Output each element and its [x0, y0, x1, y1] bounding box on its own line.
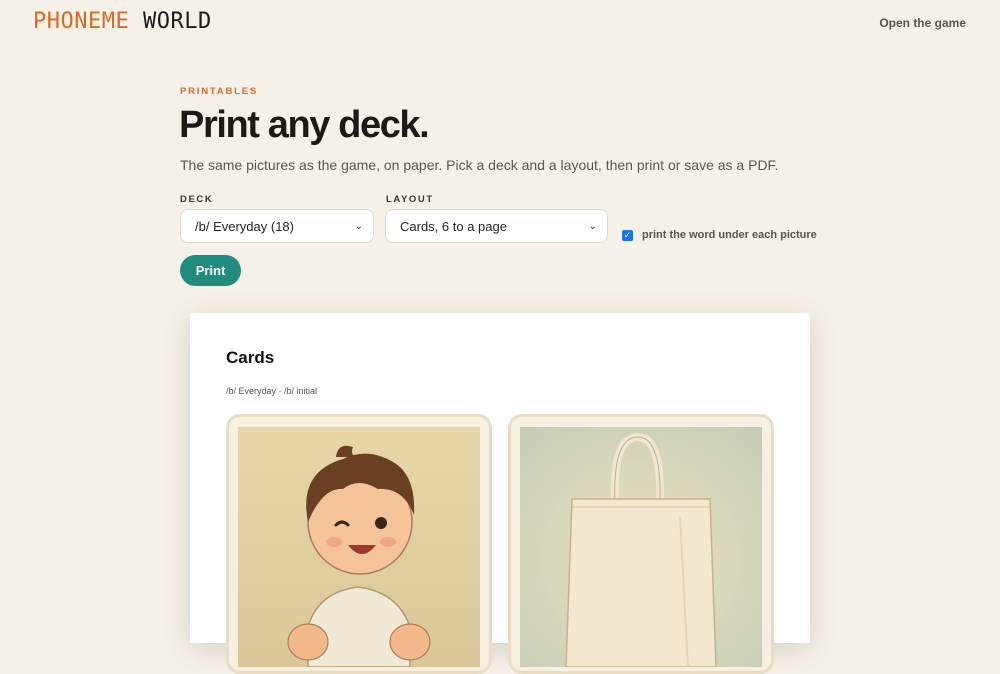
- print-button[interactable]: Print: [180, 255, 241, 286]
- deck-select[interactable]: /b/ Everyday (18) ⌄: [180, 209, 374, 243]
- page-subtitle: The same pictures as the game, on paper.…: [180, 157, 779, 173]
- bag-picture: [520, 427, 762, 667]
- layout-select[interactable]: Cards, 6 to a page ⌄: [385, 209, 608, 243]
- logo-part-phoneme: PHONEME: [33, 9, 130, 34]
- logo-part-world: WORLD: [142, 9, 212, 34]
- chevron-down-icon: ⌄: [588, 220, 597, 232]
- card-2: [508, 414, 774, 674]
- card-1: [226, 414, 492, 674]
- print-preview-page: Cards /b/ Everyday · /b/ initial: [190, 313, 810, 674]
- deck-select-value: /b/ Everyday (18): [195, 218, 294, 234]
- page-title: Print any deck.: [179, 104, 430, 146]
- print-word-checkbox[interactable]: ✓: [622, 229, 633, 241]
- layout-label: LAYOUT: [386, 194, 434, 205]
- print-word-option[interactable]: ✓ print the word under each picture: [622, 229, 817, 241]
- logo[interactable]: PHONEME WORLD: [33, 9, 212, 34]
- section-eyebrow: PRINTABLES: [180, 86, 258, 97]
- deck-label: DECK: [180, 194, 214, 205]
- print-word-label: print the word under each picture: [642, 229, 817, 241]
- open-game-link[interactable]: Open the game: [879, 16, 966, 30]
- preview-title: Cards: [226, 348, 275, 367]
- layout-select-value: Cards, 6 to a page: [400, 218, 507, 234]
- chevron-down-icon: ⌄: [354, 220, 363, 232]
- preview-meta: /b/ Everyday · /b/ initial: [226, 386, 318, 396]
- baby-picture: [238, 427, 480, 667]
